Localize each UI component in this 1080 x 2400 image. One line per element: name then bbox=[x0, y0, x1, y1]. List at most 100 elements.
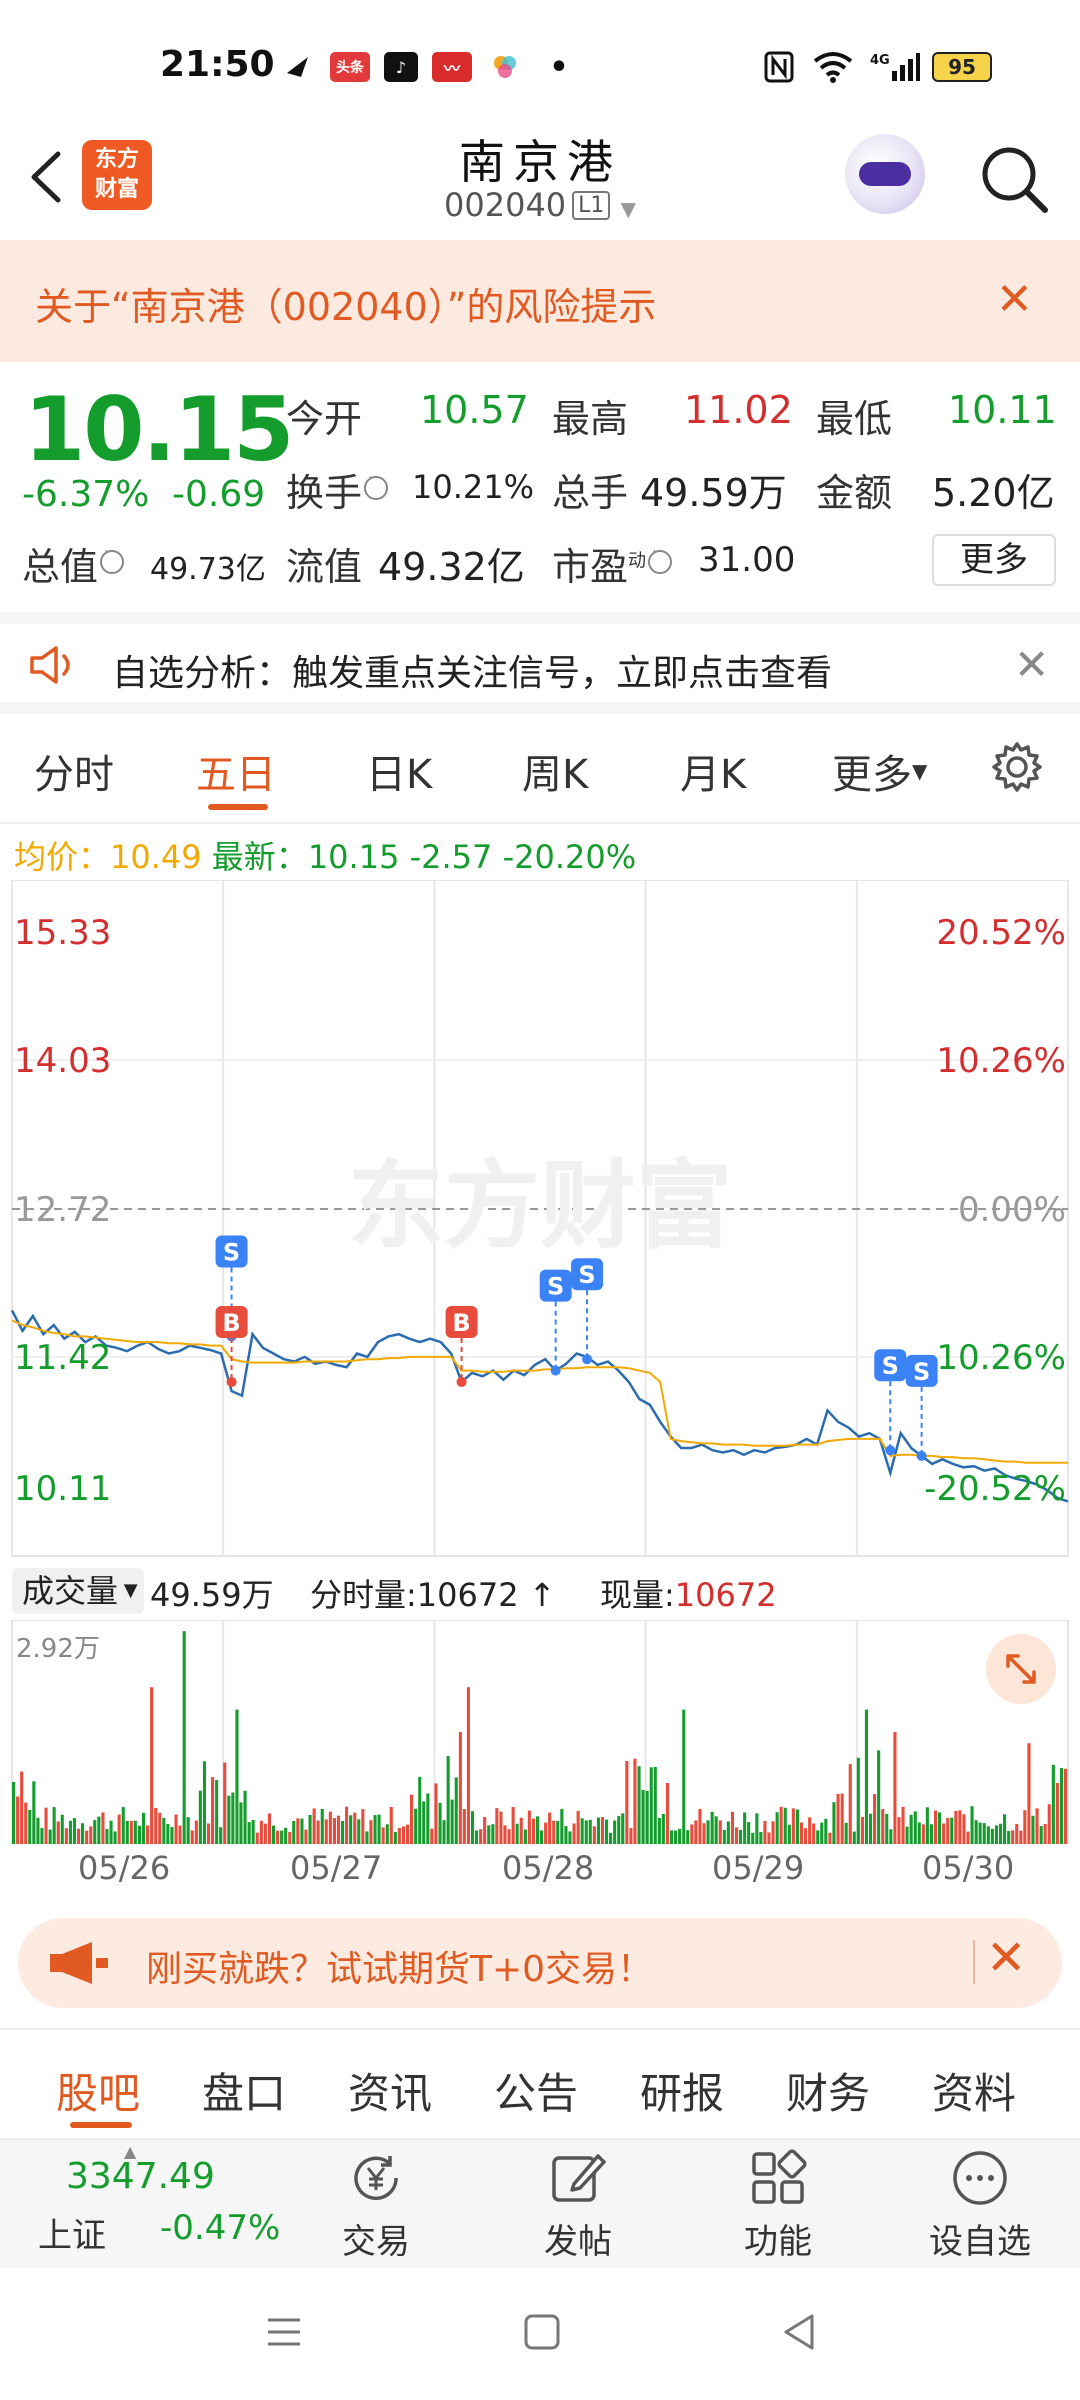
market-cap-label: 总值 bbox=[22, 536, 125, 591]
volume-bar bbox=[1055, 1782, 1059, 1844]
volume-bar bbox=[954, 1811, 958, 1844]
app-logo[interactable]: 东方 财富 bbox=[82, 140, 152, 210]
volume-bar bbox=[341, 1821, 345, 1844]
index-name[interactable]: 上证 bbox=[38, 2208, 106, 2257]
tab-more[interactable]: 更多▼ bbox=[832, 742, 927, 800]
tab-profile[interactable]: 资料 bbox=[932, 2060, 1016, 2121]
tab-monthly-k[interactable]: 月K bbox=[680, 742, 746, 800]
menu-icon[interactable] bbox=[264, 2312, 304, 2356]
pe-label: 市盈动 bbox=[552, 536, 673, 591]
volume-bar bbox=[28, 1810, 32, 1844]
trade-marker-dot bbox=[582, 1354, 593, 1365]
back-triangle-icon[interactable] bbox=[780, 2312, 820, 2356]
volume-bar bbox=[64, 1828, 68, 1844]
volume-bar bbox=[422, 1801, 426, 1844]
more-quote-button[interactable]: 更多 bbox=[932, 534, 1056, 586]
price-chart[interactable]: 东方财富 15.33 20.52% 14.03 10.26% 12.72 0.00% 11.4… bbox=[0, 879, 1080, 1560]
futures-promo-banner[interactable]: 刚买就跌？试试期货T+0交易！ ✕ bbox=[18, 1918, 1062, 2008]
home-icon[interactable] bbox=[522, 2312, 562, 2356]
volume-bar bbox=[958, 1810, 962, 1844]
high-value: 11.02 bbox=[684, 388, 793, 432]
volume-bar bbox=[942, 1823, 946, 1844]
close-icon[interactable]: ✕ bbox=[1014, 640, 1049, 689]
open-label: 今开 bbox=[286, 397, 363, 441]
tab-news[interactable]: 资讯 bbox=[348, 2060, 432, 2121]
volume-bar bbox=[1015, 1824, 1019, 1844]
trade-marker-dot bbox=[456, 1376, 467, 1387]
index-value[interactable]: 3347.49 bbox=[66, 2156, 215, 2197]
volume-bar bbox=[231, 1792, 235, 1844]
volume-bar bbox=[804, 1828, 808, 1844]
trade-marker-dot bbox=[550, 1365, 561, 1376]
volume-bar bbox=[385, 1824, 389, 1844]
volume-bar bbox=[304, 1829, 308, 1844]
volume-bar bbox=[454, 1777, 458, 1844]
volume-bar bbox=[1039, 1826, 1043, 1844]
post-button[interactable]: 发帖 bbox=[508, 2148, 648, 2268]
tick-volume: 分时量:10672 ↑ bbox=[310, 1576, 556, 1614]
index-change[interactable]: -0.47% bbox=[160, 2208, 280, 2248]
volume-bar bbox=[336, 1815, 340, 1844]
volume-bar bbox=[1035, 1808, 1039, 1844]
volume-bar bbox=[316, 1820, 320, 1844]
volume-bar bbox=[259, 1820, 263, 1844]
tab-announcements[interactable]: 公告 bbox=[494, 2060, 578, 2121]
volume-bar bbox=[694, 1820, 698, 1844]
watermark: 东方财富 bbox=[348, 1150, 732, 1262]
tab-intraday[interactable]: 分时 bbox=[34, 742, 114, 800]
trade-button[interactable]: 交易 bbox=[306, 2148, 446, 2268]
close-icon[interactable]: ✕ bbox=[996, 274, 1033, 325]
volume-chart[interactable]: 2.92万 bbox=[0, 1619, 1080, 1845]
gear-icon[interactable] bbox=[990, 740, 1044, 798]
volume-bar bbox=[739, 1830, 743, 1844]
tab-daily-k[interactable]: 日K bbox=[366, 742, 432, 800]
back-arrow-icon[interactable] bbox=[22, 142, 72, 212]
features-button[interactable]: 功能 bbox=[708, 2148, 848, 2268]
volume-bar bbox=[921, 1824, 925, 1844]
amount-label: 金额 bbox=[816, 471, 893, 515]
promo-text: 刚买就跌？试试期货T+0交易！ bbox=[146, 1949, 654, 1990]
more-circle-icon bbox=[953, 2151, 1007, 2205]
market-cap-value: 49.73亿 bbox=[150, 552, 266, 587]
tab-order-book[interactable]: 盘口 bbox=[202, 2060, 286, 2121]
latest-pct: -20.20% bbox=[502, 838, 637, 876]
volume-bar bbox=[897, 1817, 901, 1844]
expand-icon[interactable] bbox=[986, 1634, 1056, 1704]
volume-bar bbox=[824, 1818, 828, 1844]
assistant-robot-icon[interactable] bbox=[845, 134, 925, 214]
tab-financials[interactable]: 财务 bbox=[786, 2060, 870, 2121]
volume-bar bbox=[77, 1828, 81, 1844]
volume-bar bbox=[999, 1823, 1003, 1844]
volume-label: 总手 bbox=[552, 471, 629, 515]
tab-five-day[interactable]: 五日 bbox=[196, 742, 276, 800]
add-watchlist-button[interactable]: 设自选 bbox=[910, 2148, 1050, 2268]
status-time: 21:50 bbox=[160, 44, 275, 85]
volume-bar bbox=[552, 1820, 556, 1844]
volume-bar bbox=[848, 1764, 852, 1844]
volume-bar bbox=[588, 1819, 592, 1844]
volume-bar bbox=[600, 1817, 604, 1844]
search-icon[interactable] bbox=[975, 140, 1055, 220]
volume-bar bbox=[548, 1812, 552, 1844]
volume-bar bbox=[885, 1813, 889, 1844]
stock-code-selector[interactable]: 002040 L1 ▼ bbox=[340, 186, 740, 224]
volume-bar bbox=[938, 1812, 942, 1844]
volume-bar bbox=[97, 1816, 101, 1844]
volume-bar bbox=[85, 1830, 89, 1844]
volume-bar bbox=[36, 1817, 40, 1844]
latest-label: 最新： bbox=[211, 838, 308, 876]
volume-bar bbox=[174, 1814, 178, 1844]
volume-bar bbox=[572, 1823, 576, 1844]
tab-research[interactable]: 研报 bbox=[640, 2060, 724, 2121]
tab-forum[interactable]: 股吧 bbox=[56, 2060, 140, 2121]
volume-indicator-dropdown[interactable]: 成交量 ▼ bbox=[12, 1568, 144, 1614]
volume-bar bbox=[219, 1827, 223, 1844]
volume-bar bbox=[690, 1824, 694, 1844]
volume-bar bbox=[751, 1832, 755, 1844]
close-icon[interactable]: ✕ bbox=[986, 1930, 1026, 1986]
volume-bar bbox=[625, 1761, 629, 1844]
watchlist-analysis-notice[interactable]: 自选分析：触发重点关注信号，立即点击查看 ✕ bbox=[0, 612, 1080, 714]
tab-weekly-k[interactable]: 周K bbox=[522, 742, 588, 800]
volume-bar bbox=[674, 1830, 678, 1844]
risk-warning-banner[interactable]: 关于“南京港（002040）”的风险提示 ✕ bbox=[0, 240, 1080, 362]
